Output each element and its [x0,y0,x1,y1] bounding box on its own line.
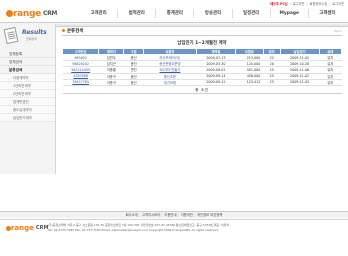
footer-links: 회사소개| 고객지시토리| 이용안내| 이용약관| 개인정보 보호정책 [0,211,348,218]
nav-support[interactable]: 고객센터 [309,9,346,18]
sidebar-item-register[interactable]: 업체등록 [0,50,55,58]
footer-company-info: (주)중정선레벨 서울시 중구 서소문동 135-35 중앙일보빌딩 7층 10… [48,223,344,233]
sidebar-item-multi-contract[interactable]: 다중계약자 [0,74,55,82]
site-header: range CRM 고객관리 법적관리 통계관리 방송관리 일정관리 Mypage… [0,5,348,27]
logo-suffix: CRM [42,10,58,17]
page-title: 분류검색 [62,28,83,34]
footer-logo: range CRM [6,224,48,232]
sidebar-title: Results 업체관리 [3,26,54,45]
contract-table: 고객번호 계약자 구분 상품명 계약일 보험료 회차 납입만기 상태 96565… [61,48,343,94]
nav-broadcast[interactable]: 방송관리 [194,9,233,18]
footer-logo-suffix: CRM [35,225,49,231]
footer-separator: | [138,213,140,217]
main-navigation: 고객관리 법적관리 통계관리 방송관리 일정관리 Mypage 고객센터 [80,9,346,18]
document-icon [3,26,19,45]
nav-schedule[interactable]: 일정관리 [233,9,271,18]
sidebar-menu: 업체등록 업체검색 분류검색 다중계약자 1년미만계약 2년미만계약 업체변경건… [0,50,55,122]
table-footer-row: 총 5건 [62,85,342,94]
footer-link-company[interactable]: 회사소개 [126,213,138,217]
breadcrumb[interactable]: Home [334,29,342,33]
footer-separator: | [193,213,195,217]
sidebar-item-changed[interactable]: 업체변경건 [0,98,55,106]
footer-link-guide[interactable]: 이용안내 [164,213,176,217]
footer-link-terms[interactable]: 이용약관 [181,213,193,217]
footer-separator: | [177,213,179,217]
sidebar-item-category-search[interactable]: 분류검색 [0,66,55,74]
sidebar-item-mid-contract[interactable]: 중도입계약자 [0,106,55,114]
page-title-text: 분류검색 [67,29,84,34]
bullet-icon [62,28,65,32]
nav-statistics[interactable]: 통계관리 [156,9,195,18]
sidebar-subtitle: 업체관리 [26,37,38,41]
footer-link-privacy[interactable]: 개인정보 보호정책 [197,213,222,217]
table-caption: 납입만기 1~2개월전 계약 [177,41,227,46]
logo-o-icon [6,10,13,17]
sidebar-item-under-2-year[interactable]: 2년미만계약 [0,90,55,98]
total-count: 총 5건 [62,85,342,94]
footer-link-customer-story[interactable]: 고객지시토리 [142,213,160,217]
divider [62,35,342,36]
logo-text: range [13,9,41,19]
footer-divider [0,219,348,220]
sidebar-item-search[interactable]: 업체검색 [0,58,55,66]
footer-contact: Tel: 02-2135-3785 Fax: 02-757-7185 Email… [48,228,219,232]
sidebar-title-text: Results [22,29,47,36]
sidebar-item-under-1-year[interactable]: 1년미만계약 [0,82,55,90]
footer-separator: | [161,213,163,217]
site-logo[interactable]: range CRM [6,9,57,19]
nav-mypage[interactable]: Mypage [271,9,309,18]
sidebar-item-maturity[interactable]: 납입만기계약 [0,114,55,122]
nav-customer[interactable]: 고객관리 [80,9,119,18]
footer-logo-text: range [11,224,34,232]
sidebar: Results 업체관리 업체등록 업체검색 분류검색 다중계약자 1년미만계약… [0,24,56,174]
nav-legal[interactable]: 법적관리 [118,9,157,18]
